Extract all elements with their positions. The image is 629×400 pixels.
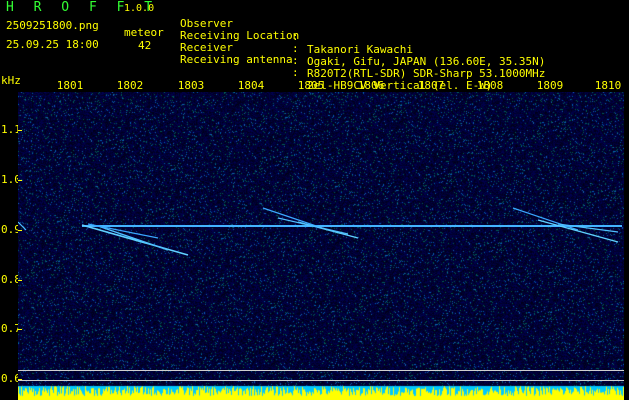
time-tick-1802: 1802 [116, 79, 144, 92]
echo-trail [81, 224, 189, 256]
antenna-value: 2el-HB9CV Vertical (el. E-W) [307, 79, 493, 92]
time-tick-1805: 1805 [297, 79, 325, 92]
time-tick-1803: 1803 [177, 79, 205, 92]
file-name: 2509251800.png [6, 19, 99, 32]
frequency-unit-label: kHz [1, 74, 21, 87]
time-tick-1808: 1808 [476, 79, 504, 92]
echo-traces [18, 207, 622, 256]
antenna-key: Receiving antenna [180, 53, 293, 66]
ytick-mark [18, 130, 22, 131]
signal-level-strip [18, 380, 624, 400]
app-version: 1.0.0 [124, 3, 155, 14]
activity-strip-top-line [18, 370, 624, 371]
time-tick-1801: 1801 [56, 79, 84, 92]
ytick-mark [18, 180, 22, 181]
antenna-sep: : [292, 66, 299, 79]
date-time: 25.09.25 18:00 [6, 38, 99, 51]
ytick-mark [18, 329, 22, 330]
ytick-mark [18, 230, 22, 231]
time-tick-1806: 1806 [357, 79, 385, 92]
time-tick-1807: 1807 [417, 79, 445, 92]
spectrogram-plot [18, 92, 624, 400]
ytick-mark [18, 280, 22, 281]
antenna-row: Receiving antenna : 2el-HB9CV Vertical (… [180, 40, 492, 92]
meteor-count: 42 [138, 39, 152, 52]
time-tick-1809: 1809 [536, 79, 564, 92]
time-tick-1804: 1804 [237, 79, 265, 92]
time-tick-1810: 1810 [594, 79, 622, 92]
hrofft-window: H R O F F T 1.0.0 2509251800.png 25.09.2… [0, 0, 629, 400]
meteor-label: meteor [124, 26, 164, 39]
edge-blip [18, 221, 27, 231]
